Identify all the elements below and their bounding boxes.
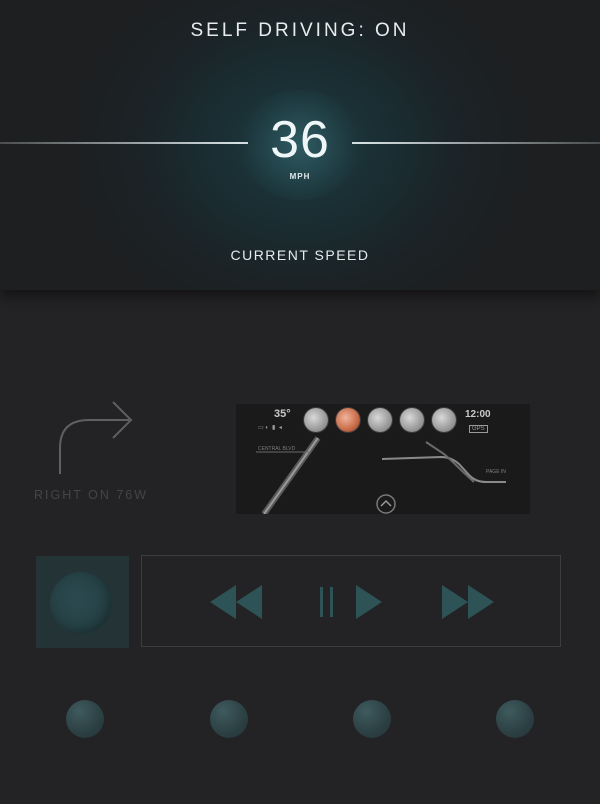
rewind-icon: [210, 585, 262, 619]
album-disc-icon: [50, 572, 112, 634]
turn-instruction: RIGHT ON 76W: [34, 488, 149, 502]
preview-page-label: PAGE IN: [486, 469, 506, 475]
fast-forward-icon: [442, 585, 494, 619]
speed-caption: CURRENT SPEED: [230, 247, 370, 263]
car-dashboard: SELF DRIVING: ON 36 MPH CURRENT SPEED RI…: [0, 0, 600, 804]
speed-header: SELF DRIVING: ON 36 MPH CURRENT SPEED: [0, 0, 600, 290]
preview-temperature: 35°: [274, 408, 291, 420]
play-pause-button[interactable]: [318, 584, 384, 620]
quick-button[interactable]: [210, 700, 248, 738]
speed-value: 36: [270, 111, 330, 169]
speed-unit: MPH: [289, 172, 311, 181]
preview-gps-badge: GPS: [469, 425, 488, 433]
quick-button[interactable]: [496, 700, 534, 738]
app-icon: [336, 408, 360, 432]
self-driving-status[interactable]: SELF DRIVING: ON: [0, 20, 600, 42]
rewind-button[interactable]: [208, 584, 264, 620]
preview-app-row: [304, 408, 456, 432]
app-icon: [432, 408, 456, 432]
play-pause-icon: [320, 585, 382, 619]
quick-button[interactable]: [353, 700, 391, 738]
turn-right-arrow-icon: [59, 401, 133, 474]
media-controls: [141, 555, 561, 647]
dashboard-preview[interactable]: 35° ▭◖ ▮ ◂ 12:00 GPS CENTRAL BLVD PAGE I…: [236, 404, 530, 514]
quick-button[interactable]: [66, 700, 104, 738]
fast-forward-button[interactable]: [440, 584, 496, 620]
app-icon: [368, 408, 392, 432]
preview-clock: 12:00: [465, 409, 491, 420]
app-icon: [400, 408, 424, 432]
preview-status-icons: ▭◖ ▮ ◂: [258, 425, 283, 431]
preview-road-label: CENTRAL BLVD: [258, 446, 296, 452]
app-icon: [304, 408, 328, 432]
album-art[interactable]: [36, 556, 129, 648]
